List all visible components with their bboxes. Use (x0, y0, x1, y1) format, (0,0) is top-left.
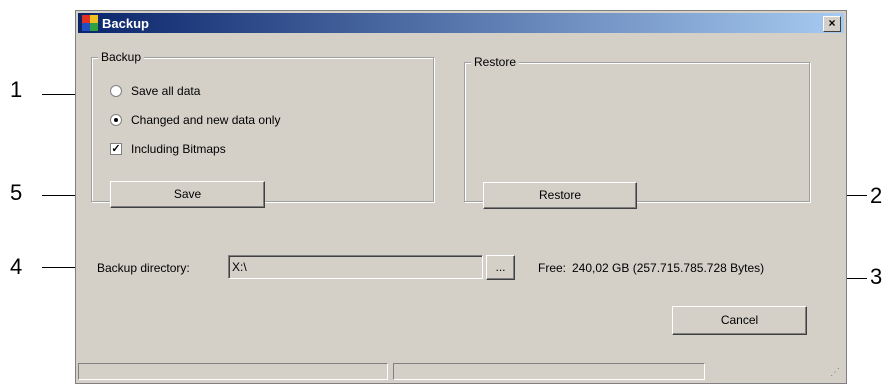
backup-directory-label: Backup directory: (97, 261, 190, 275)
radio-save-all-indicator[interactable] (110, 85, 122, 97)
backup-dialog: Backup × Backup Save all data Changed an… (75, 10, 847, 384)
title-bar[interactable]: Backup × (78, 13, 844, 33)
backup-group-legend: Backup (98, 50, 145, 64)
callout-5: 5 (10, 180, 23, 205)
radio-changed-only[interactable]: Changed and new data only (110, 113, 280, 127)
callout-2: 2 (870, 183, 883, 208)
radio-save-all-label: Save all data (131, 84, 201, 98)
window-title: Backup (102, 15, 149, 31)
app-icon (82, 15, 98, 31)
free-label: Free: (538, 261, 567, 275)
save-button[interactable]: Save (110, 181, 265, 208)
callout-4: 4 (10, 254, 23, 279)
restore-group: Restore Restore (464, 55, 810, 209)
checkbox-bitmaps[interactable]: ✓ Including Bitmaps (110, 142, 226, 156)
browse-button[interactable]: ... (486, 255, 515, 280)
resize-grip-icon[interactable]: ⋰ (830, 367, 842, 379)
backup-group: Backup Save all data Changed and new dat… (91, 50, 434, 208)
radio-save-all[interactable]: Save all data (110, 84, 200, 98)
status-panel-2 (393, 363, 705, 380)
callout-1: 1 (10, 77, 23, 102)
status-panel-1 (78, 363, 388, 380)
radio-changed-only-label: Changed and new data only (131, 113, 281, 127)
close-icon[interactable]: × (823, 16, 841, 32)
free-space-value: 240,02 GB (257.715.785.728 Bytes) (572, 261, 765, 275)
callout-3: 3 (870, 264, 883, 289)
restore-group-legend: Restore (471, 55, 520, 69)
restore-button[interactable]: Restore (483, 182, 637, 209)
checkbox-bitmaps-label: Including Bitmaps (131, 142, 226, 156)
cancel-button[interactable]: Cancel (672, 306, 807, 335)
checkbox-bitmaps-indicator[interactable]: ✓ (110, 143, 122, 155)
backup-directory-field[interactable] (228, 255, 483, 279)
radio-changed-only-indicator[interactable] (110, 114, 122, 126)
